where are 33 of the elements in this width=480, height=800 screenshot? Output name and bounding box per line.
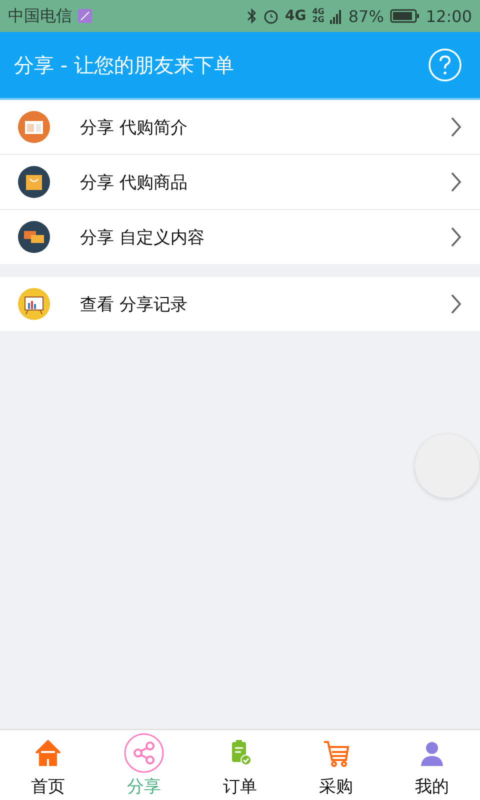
chevron-right-icon <box>450 226 462 248</box>
network-type: 4G <box>284 8 306 24</box>
nav-tab[interactable]: 我的 <box>384 730 480 800</box>
nav-tab[interactable]: 订单 <box>192 730 288 800</box>
battery-icon <box>390 8 420 24</box>
chevron-right-icon <box>450 116 462 138</box>
chat-bubbles-icon <box>18 221 50 253</box>
nav-tab[interactable]: 采购 <box>288 730 384 800</box>
battery-percentage: 87% <box>348 6 384 26</box>
menu-row[interactable]: 分享 代购商品 <box>0 155 480 210</box>
clock-time: 12:00 <box>426 6 472 26</box>
chart-board-icon <box>18 288 50 320</box>
nav-tab[interactable]: 首页 <box>0 730 96 800</box>
menu-row[interactable]: 分享 代购简介 <box>0 100 480 155</box>
image-notification-icon <box>78 9 92 23</box>
network-type: 4G 2G <box>312 8 324 24</box>
menu-label: 分享 代购简介 <box>80 116 188 138</box>
document-icon <box>18 111 50 143</box>
menu-label: 分享 代购商品 <box>80 172 188 194</box>
shopping-bag-icon <box>18 166 50 198</box>
chevron-right-icon <box>450 171 462 193</box>
bluetooth-icon <box>246 8 257 24</box>
chevron-right-icon <box>450 293 462 315</box>
help-icon[interactable] <box>428 48 462 82</box>
menu-label: 查看 分享记录 <box>80 294 188 316</box>
menu-row[interactable]: 查看 分享记录 <box>0 277 480 331</box>
share-icon <box>124 733 164 773</box>
menu-label: 分享 自定义内容 <box>80 226 206 248</box>
signal-icon <box>330 8 342 24</box>
carrier-name: 中国电信 <box>8 6 72 26</box>
menu-row[interactable]: 分享 自定义内容 <box>0 210 480 264</box>
header-title: 分享 - 让您的朋友来下单 <box>14 52 235 78</box>
alarm-clock-icon <box>262 8 279 24</box>
